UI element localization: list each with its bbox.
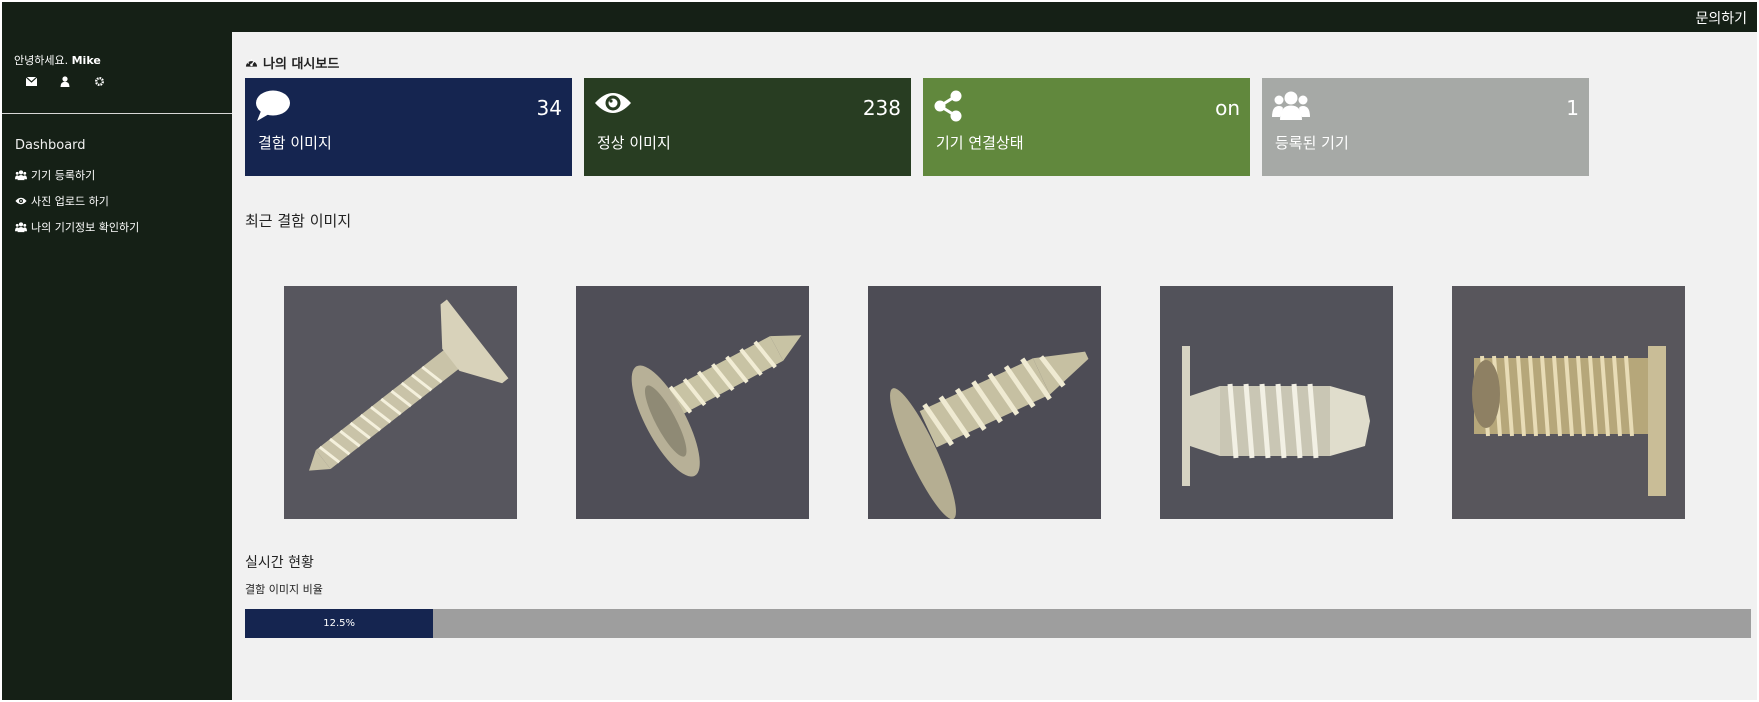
eye-icon (15, 197, 27, 205)
stat-card-registered-devices[interactable]: 1 등록된 기기 (1262, 78, 1589, 176)
defect-image[interactable] (576, 286, 809, 519)
dashboard-title-text: 나의 대시보드 (263, 57, 340, 72)
defect-image[interactable] (284, 286, 517, 519)
stat-value: 238 (862, 96, 901, 120)
stat-card-normal-images[interactable]: 238 정상 이미지 (584, 78, 911, 176)
main-content: 나의 대시보드 34 결함 이미지 238 정상 이미지 on 기기 연결상태 … (232, 32, 1757, 700)
defect-image[interactable] (868, 286, 1101, 519)
stat-card-defect-images[interactable]: 34 결함 이미지 (245, 78, 572, 176)
defect-ratio-progress: 12.5% (245, 609, 1751, 638)
sidebar-item-label: 나의 기기정보 확인하기 (31, 221, 140, 234)
sidebar-heading[interactable]: Dashboard (15, 138, 86, 153)
recent-defects-title: 최근 결함 이미지 (245, 212, 352, 230)
sidebar-divider (2, 113, 232, 114)
stat-value: 34 (536, 96, 562, 120)
progress-text: 12.5% (323, 618, 356, 629)
greeting: 안녕하세요. Mike (14, 52, 101, 68)
realtime-title: 실시간 현황 (245, 555, 314, 571)
stat-value: 1 (1566, 96, 1579, 120)
users-icon (15, 170, 27, 181)
sidebar-menu: 기기 등록하기 사진 업로드 하기 나의 기기정보 확인하기 (15, 168, 139, 246)
defect-image[interactable] (1452, 286, 1685, 519)
sidebar-icon-row (24, 74, 106, 88)
user-icon[interactable] (58, 74, 72, 88)
user-name: Mike (71, 54, 101, 67)
stat-card-connection-status[interactable]: on 기기 연결상태 (923, 78, 1250, 176)
sidebar-item-upload-photo[interactable]: 사진 업로드 하기 (15, 194, 139, 208)
stat-value: on (1215, 96, 1240, 120)
stat-label: 결함 이미지 (258, 134, 332, 152)
dashboard-title: 나의 대시보드 (245, 53, 339, 72)
greeting-prefix: 안녕하세요. (14, 54, 69, 67)
defect-ratio-label: 결함 이미지 비율 (245, 583, 323, 596)
gear-icon[interactable] (92, 74, 106, 88)
defect-image[interactable] (1160, 286, 1393, 519)
sidebar-item-label: 기기 등록하기 (31, 169, 96, 182)
eye-icon (594, 90, 632, 120)
contact-link[interactable]: 문의하기 (1695, 8, 1747, 28)
sidebar-item-register-device[interactable]: 기기 등록하기 (15, 168, 139, 182)
users-icon (15, 222, 27, 233)
share-icon (933, 90, 963, 126)
sidebar-item-my-device-info[interactable]: 나의 기기정보 확인하기 (15, 220, 139, 234)
envelope-icon[interactable] (24, 74, 38, 88)
sidebar-item-label: 사진 업로드 하기 (31, 195, 109, 208)
stat-label: 등록된 기기 (1275, 134, 1349, 152)
sidebar: 안녕하세요. Mike Dashboard 기기 등록하기 사진 업로드 하기 (2, 32, 232, 700)
stat-label: 기기 연결상태 (936, 134, 1024, 152)
users-icon (1272, 90, 1310, 124)
page-frame: 문의하기 안녕하세요. Mike Dashboard 기기 등록하기 사진 업로… (2, 2, 1757, 700)
top-bar: 문의하기 (2, 2, 1757, 32)
comment-icon (255, 90, 291, 126)
dashboard-gauge-icon (245, 59, 258, 67)
stat-label: 정상 이미지 (597, 134, 671, 152)
stat-cards: 34 결함 이미지 238 정상 이미지 on 기기 연결상태 1 등록된 기기 (245, 78, 1589, 176)
